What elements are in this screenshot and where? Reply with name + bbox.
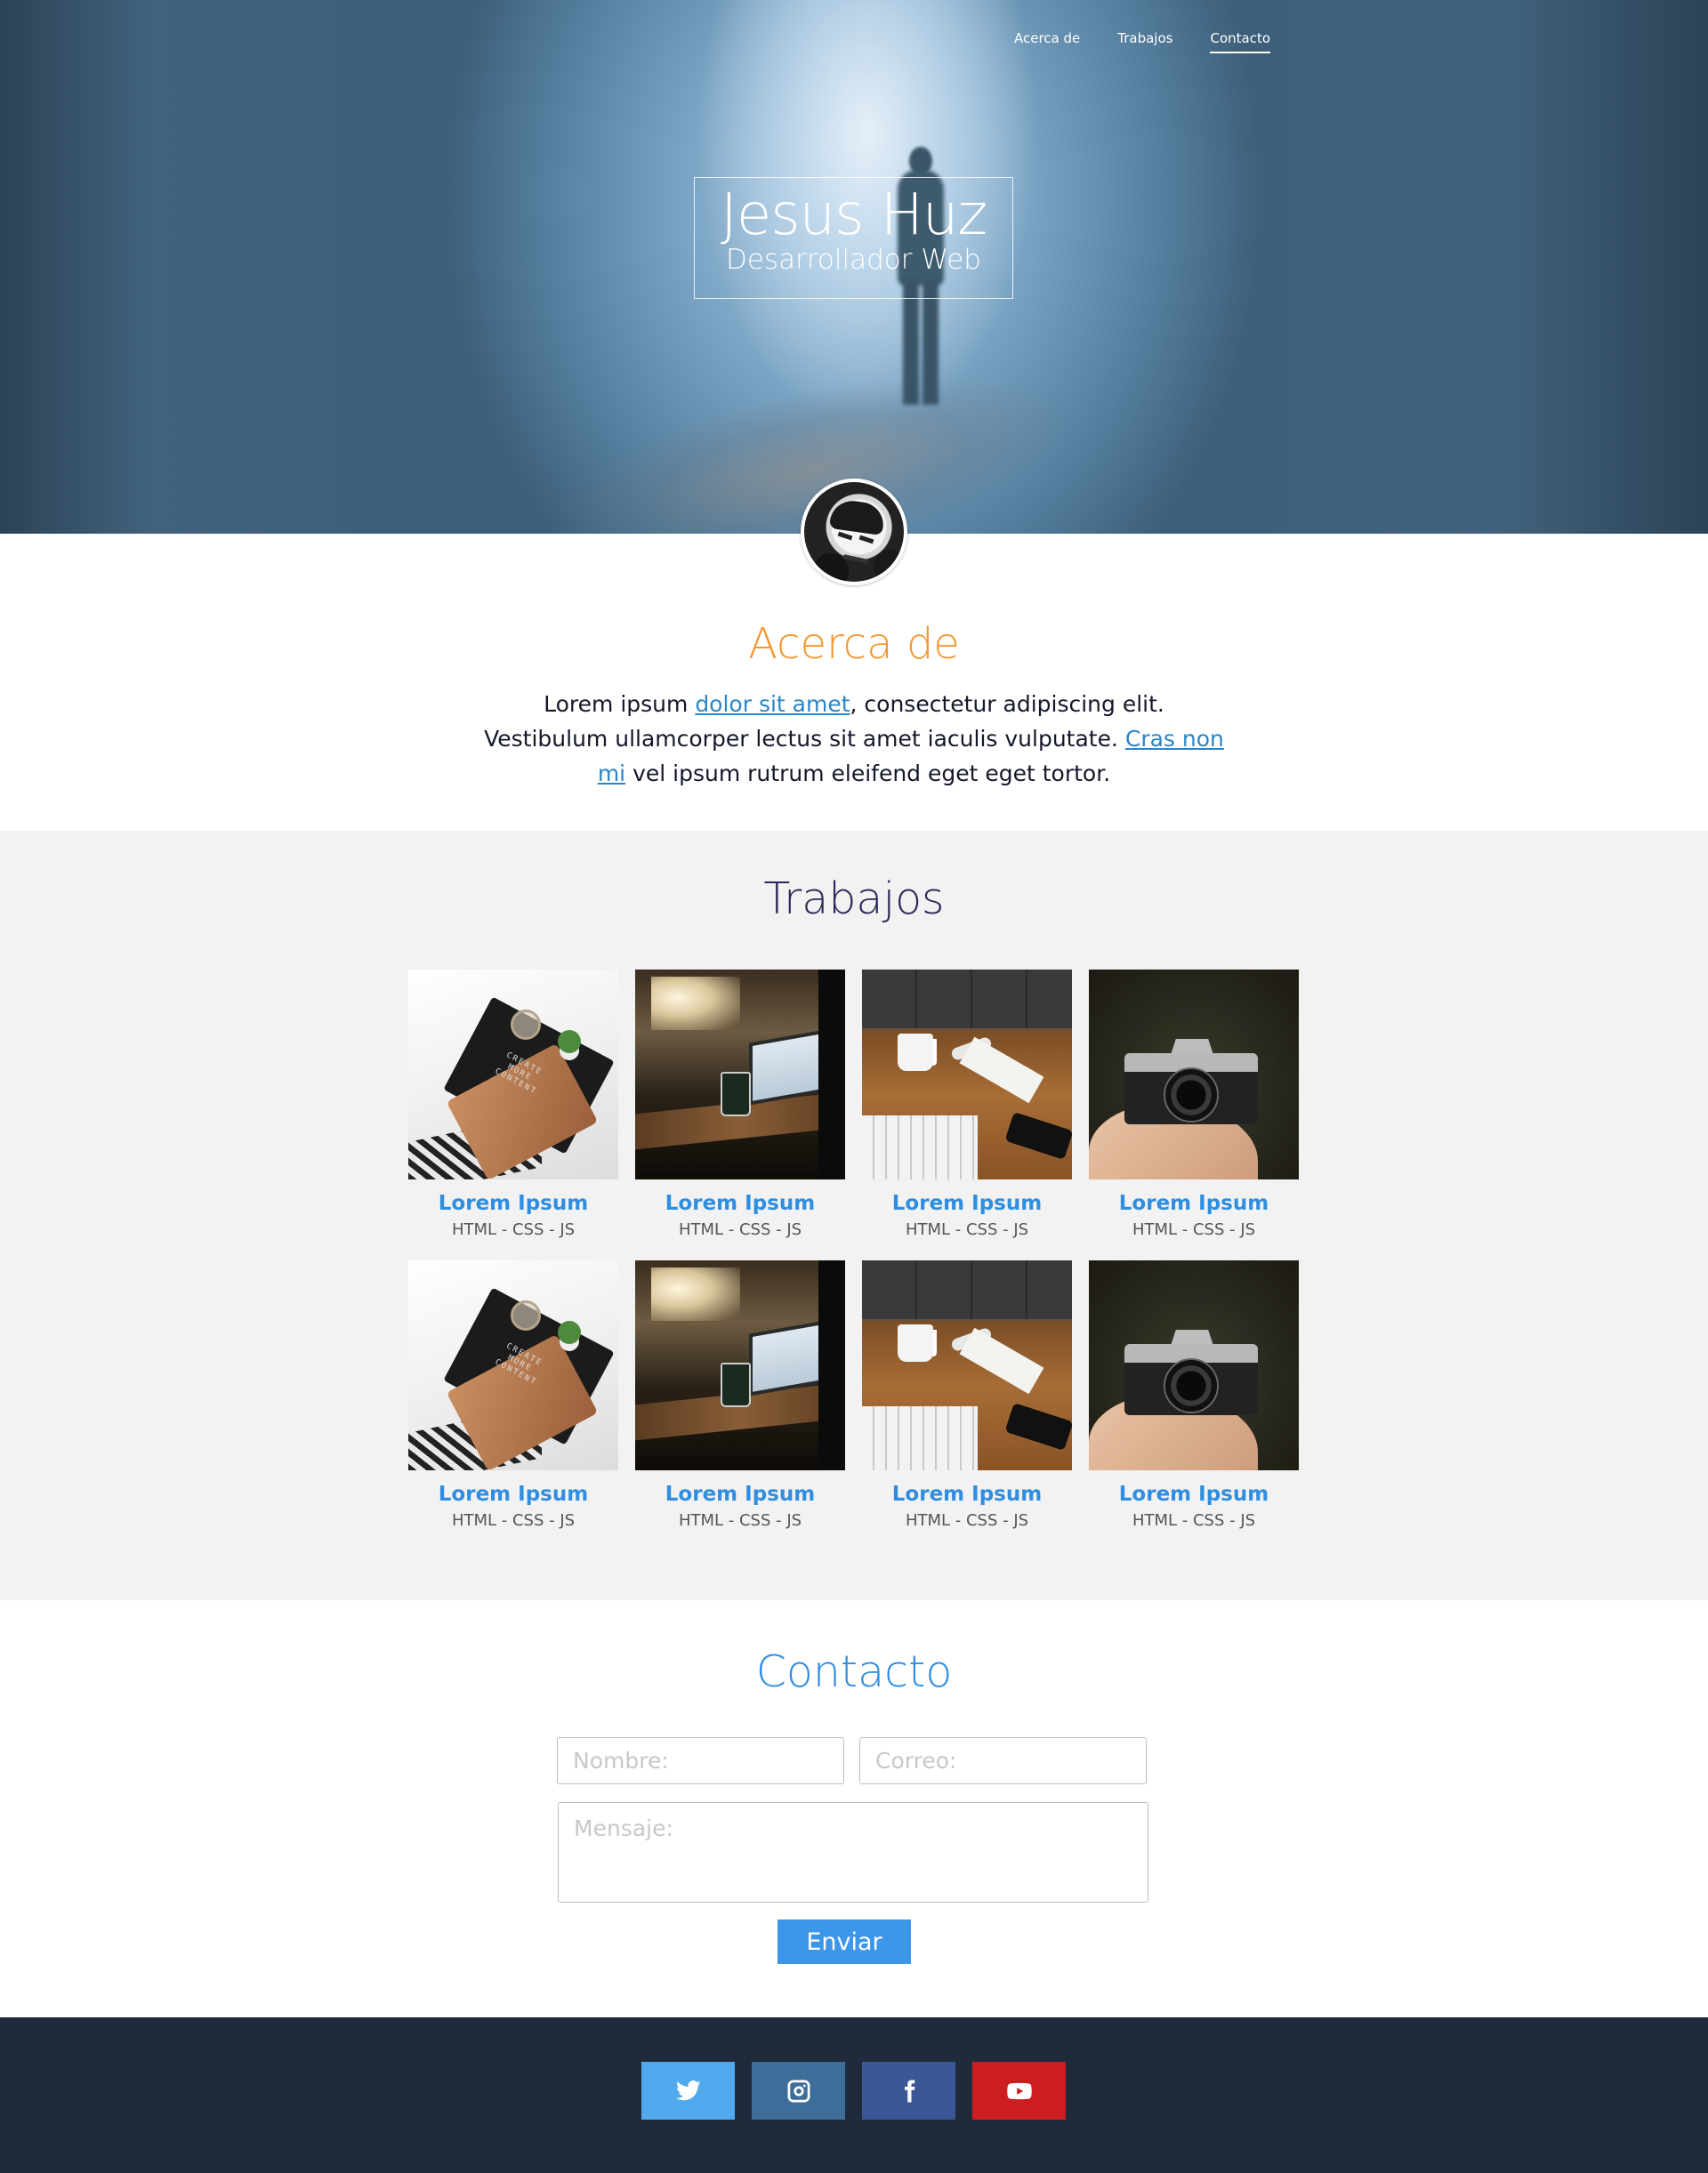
social-links xyxy=(641,2062,1066,2120)
twitter-icon xyxy=(675,2080,701,2100)
work-thumbnail-cafe[interactable] xyxy=(635,970,845,1179)
top-nav: Acerca de Trabajos Contacto xyxy=(1014,30,1271,53)
work-title[interactable]: Lorem Ipsum xyxy=(862,1192,1072,1215)
work-card[interactable]: Lorem Ipsum HTML - CSS - JS xyxy=(862,1260,1072,1530)
about-link-dolor[interactable]: dolor sit amet xyxy=(695,691,850,717)
work-title[interactable]: Lorem Ipsum xyxy=(408,1483,618,1506)
nav-link-trabajos[interactable]: Trabajos xyxy=(1117,30,1172,53)
facebook-button[interactable] xyxy=(862,2062,955,2120)
contact-section: Contacto Enviar xyxy=(0,1600,1708,2017)
about-title: Acerca de xyxy=(748,619,960,669)
facebook-icon xyxy=(904,2080,914,2102)
work-thumbnail-cafe[interactable] xyxy=(635,1260,845,1470)
avatar xyxy=(801,479,907,585)
work-tech: HTML - CSS - JS xyxy=(678,1220,802,1239)
email-input[interactable] xyxy=(859,1737,1147,1784)
about-text-part: vel ipsum rutrum eleifend eget eget tort… xyxy=(625,761,1111,786)
work-title[interactable]: Lorem Ipsum xyxy=(1089,1192,1299,1215)
work-tech: HTML - CSS - JS xyxy=(905,1511,1029,1530)
instagram-icon xyxy=(787,2080,810,2102)
work-thumbnail-wood-desk[interactable] xyxy=(862,1260,1072,1470)
hero-banner: Acerca de Trabajos Contacto Jesus Huz De… xyxy=(0,0,1708,534)
works-title: Trabajos xyxy=(763,873,945,924)
work-title[interactable]: Lorem Ipsum xyxy=(1089,1483,1299,1506)
contact-title: Contacto xyxy=(755,1646,953,1697)
work-thumbnail-camera[interactable] xyxy=(1089,1260,1299,1470)
work-tech: HTML - CSS - JS xyxy=(905,1220,1029,1239)
twitter-button[interactable] xyxy=(641,2062,735,2120)
nav-link-acerca-de[interactable]: Acerca de xyxy=(1014,30,1080,53)
hero-name: Jesus Huz xyxy=(720,182,987,248)
work-tech: HTML - CSS - JS xyxy=(451,1220,576,1239)
hero-cave-wall-left xyxy=(0,0,374,534)
work-card[interactable]: Lorem Ipsum HTML - CSS - JS xyxy=(1089,1260,1299,1530)
instagram-button[interactable] xyxy=(752,2062,845,2120)
works-section: Trabajos CREATE MORE CONTENT Lorem Ipsum H… xyxy=(0,831,1708,1600)
work-card[interactable]: CREATE MORE CONTENT Lorem Ipsum HTML - CSS… xyxy=(408,970,618,1239)
work-card[interactable]: CREATE MORE CONTENT Lorem Ipsum HTML - CSS… xyxy=(408,1260,618,1530)
nav-link-contacto[interactable]: Contacto xyxy=(1210,30,1271,53)
youtube-button[interactable] xyxy=(972,2062,1066,2120)
about-text: Lorem ipsum dolor sit amet, consectetur … xyxy=(480,687,1228,791)
work-card[interactable]: Lorem Ipsum HTML - CSS - JS xyxy=(635,970,845,1239)
work-thumbnail-wood-desk[interactable] xyxy=(862,970,1072,1179)
work-tech: HTML - CSS - JS xyxy=(1132,1220,1256,1239)
work-card[interactable]: Lorem Ipsum HTML - CSS - JS xyxy=(635,1260,845,1530)
youtube-icon xyxy=(1006,2082,1032,2099)
message-textarea[interactable] xyxy=(558,1802,1148,1903)
work-title[interactable]: Lorem Ipsum xyxy=(862,1483,1072,1506)
footer xyxy=(0,2017,1708,2173)
hero-cave-wall-right xyxy=(1245,0,1708,534)
hero-title-box: Jesus Huz Desarrollador Web xyxy=(694,177,1013,299)
work-tech: HTML - CSS - JS xyxy=(451,1511,576,1530)
work-tech: HTML - CSS - JS xyxy=(678,1511,802,1530)
work-title[interactable]: Lorem Ipsum xyxy=(635,1483,845,1506)
work-title[interactable]: Lorem Ipsum xyxy=(408,1192,618,1215)
work-thumbnail-camera[interactable] xyxy=(1089,970,1299,1179)
work-title[interactable]: Lorem Ipsum xyxy=(635,1192,845,1215)
send-button[interactable]: Enviar xyxy=(777,1919,911,1964)
works-grid: CREATE MORE CONTENT Lorem Ipsum HTML - CSS… xyxy=(408,970,1300,1530)
avatar-portrait-image xyxy=(804,482,904,582)
work-card[interactable]: Lorem Ipsum HTML - CSS - JS xyxy=(862,970,1072,1239)
hero-role: Desarrollador Web xyxy=(726,244,981,276)
name-input[interactable] xyxy=(557,1737,844,1784)
about-text-part: Lorem ipsum xyxy=(544,691,696,717)
work-card[interactable]: Lorem Ipsum HTML - CSS - JS xyxy=(1089,970,1299,1239)
work-tech: HTML - CSS - JS xyxy=(1132,1511,1256,1530)
work-thumbnail-desk[interactable]: CREATE MORE CONTENT xyxy=(408,1260,618,1470)
work-thumbnail-desk[interactable]: CREATE MORE CONTENT xyxy=(408,970,618,1179)
